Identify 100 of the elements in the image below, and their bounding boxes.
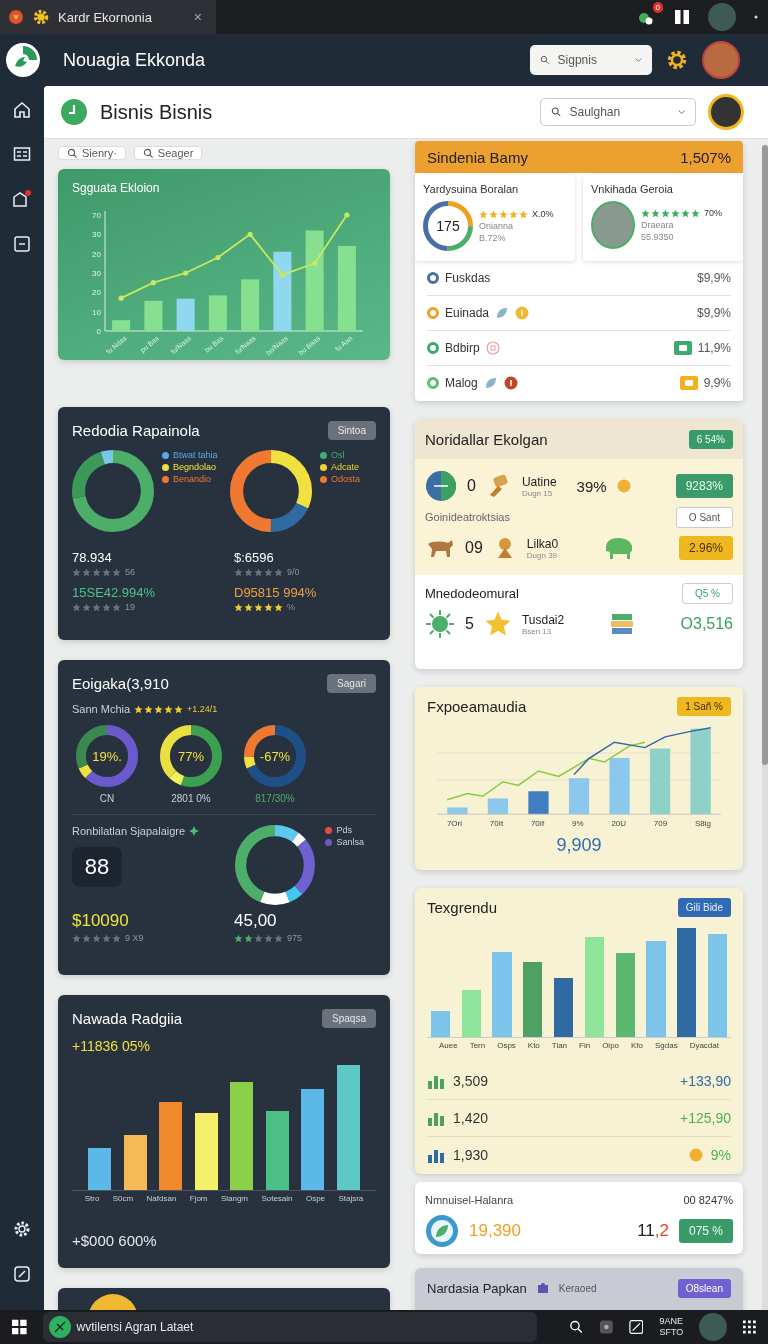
filter-button[interactable]: Sagari [327,674,376,693]
row-value: 1,420 [453,1110,489,1126]
count-value: 09 [465,539,483,557]
clock-text: 9ANE [659,1316,684,1327]
gauge-caption: CN [99,793,115,804]
bar-chart-icon [427,1073,445,1089]
home-icon[interactable] [12,100,32,120]
axis-label: Dyacdat [689,1041,719,1050]
tile-detail: B.72% [479,233,507,243]
puzzle-icon [536,1282,549,1294]
search-dropdown[interactable]: Sigpnis [530,45,652,75]
edit-icon[interactable] [12,1264,32,1284]
search-input[interactable]: Sigpnis [555,52,630,68]
axis-label: 7Ori [446,819,462,828]
tile-label: Onianna [479,221,515,231]
app-icon[interactable] [600,1320,613,1334]
taskbar-app[interactable]: wvtilensi Agran Lataet [42,1312,538,1342]
filter-chip[interactable]: Seager [133,146,203,160]
axis-label: 709 [653,819,668,828]
avatar[interactable] [708,94,744,130]
legend-label: Odosta [331,474,361,484]
pause-icon[interactable] [674,9,690,25]
search-icon [551,105,562,119]
axis-label: Kfo [631,1041,643,1050]
legend-label: Sanlsa [336,837,364,847]
item-detail: Dugn 39 [526,550,559,560]
chart-bar [88,1148,112,1190]
stat-value: $10090 [72,911,130,931]
chart-bar [144,300,163,331]
row-name: Bdbirp [445,341,480,355]
browser-tab[interactable]: Kardr Ekornonia × [0,0,216,34]
gauge-value: 77% [178,748,204,764]
search-icon [540,53,550,67]
box-icon[interactable] [12,234,32,254]
edit-icon[interactable] [628,1319,644,1335]
card-title: Sindenia Bamy [427,148,528,166]
app-title: Nouagia Ekkonda [63,49,206,71]
rating-label: Sann Mchia [72,703,131,715]
axis-label: 20U [611,819,627,828]
search-dropdown[interactable]: Saulghan [540,98,696,126]
item-value: 39% [576,477,607,495]
logo-icon[interactable] [5,42,41,78]
axis-label: Slangm [220,1194,248,1203]
outline-button[interactable]: O Sant [675,506,733,528]
chart-bar [447,807,468,815]
axis-label: Stro [84,1194,100,1203]
axis-label: S0cm [112,1194,134,1203]
card-title: Sgguata Ekloion [72,181,161,195]
axis-label: Sotesain [261,1194,293,1203]
settings-icon[interactable] [666,49,688,71]
section-title: Ronbilatlan Sjapalaigre [72,825,186,837]
grid-icon[interactable] [743,1320,756,1334]
percent-badge: 1 Sañ % [677,697,731,716]
stat-value: 45,00 [234,911,278,931]
windows-icon[interactable] [12,1319,27,1335]
item-detail: Dugn 15 [521,488,554,498]
section-title: Goinideatroktsias [425,511,510,523]
mail-icon[interactable] [11,188,33,210]
search-input[interactable]: Saulghan [567,104,672,120]
page-title: Bisnis Bisnis [100,100,213,124]
card-title: Fxpoeamaudia [427,698,527,715]
legend-label: Pds [336,825,352,835]
axis-label: Nafdsan [146,1194,177,1203]
section-title: Mnedodeomural [425,585,519,601]
chart-bar [487,798,509,815]
chart-bar [528,791,549,815]
data-point [183,270,189,276]
caret-icon [677,109,685,115]
gauge-caption: 817/30% [255,793,295,804]
amount-value: 19,390 [469,1221,521,1241]
chart-bar [176,298,195,331]
star-icon [483,610,512,638]
change-value: +133,90 [680,1073,731,1089]
photo-placeholder [591,201,635,249]
search-icon[interactable] [569,1319,584,1335]
data-point [118,295,124,301]
axis-label: Kto [527,1041,540,1050]
bar-chart-icon [427,1147,445,1163]
table-icon[interactable] [12,144,32,164]
axis-label: 70 [92,211,101,220]
row-name: Malog [445,376,478,390]
axis-label: 20 [92,288,101,298]
donut-chart [160,725,222,787]
card-title: Texgrendu [427,899,498,916]
gauge-caption: 2801 0% [171,793,211,804]
item-name: Tusdai2 [521,612,565,627]
data-point [247,231,253,237]
row-value: 3,509 [453,1073,489,1089]
percent-badge: 2.96% [678,536,733,560]
dot-icon[interactable] [754,15,758,19]
filter-chip[interactable]: Sienry· [58,146,126,160]
wallet-icon [679,376,698,390]
close-button[interactable]: × [187,9,208,25]
row-value: $9,9% [696,271,731,285]
tab-title: Kardr Ekornonia [58,9,153,25]
value-field[interactable]: Q5 % [682,582,733,604]
gauge-value: 175 [436,218,460,234]
filter-button[interactable]: Spaqsa [322,1009,376,1028]
shield-icon [8,9,24,25]
filter-button[interactable]: Sintoa [327,421,376,440]
